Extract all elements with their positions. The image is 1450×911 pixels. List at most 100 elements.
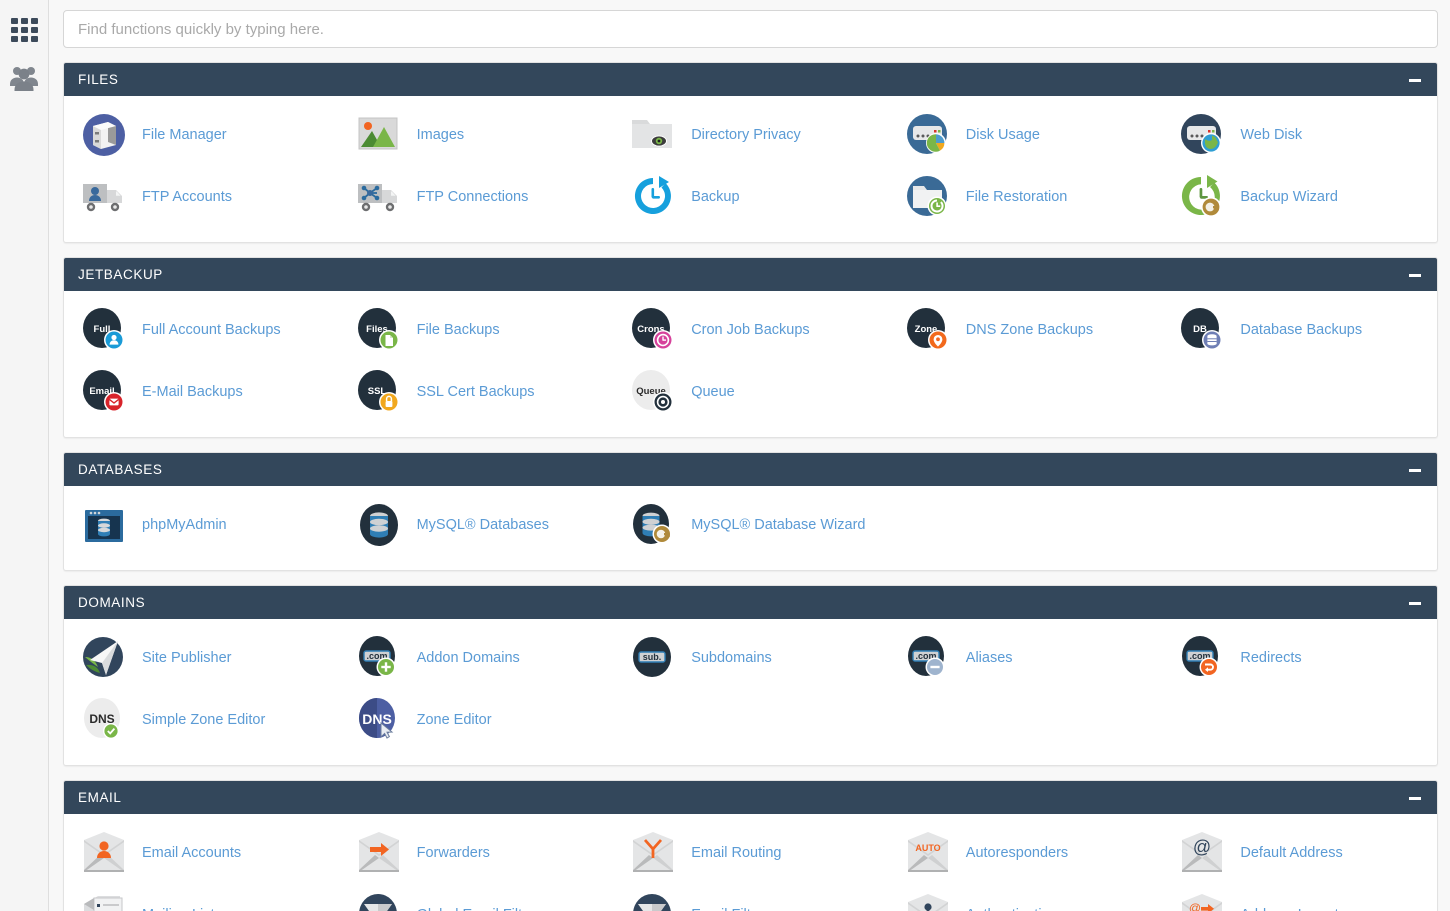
tile-email-filters[interactable]: Email Filters (613, 884, 888, 911)
tile-web-disk[interactable]: Web Disk (1162, 104, 1437, 166)
tile-label: MySQL® Databases (416, 517, 549, 533)
panel-list: FILES File Manager Images Directory Priv… (63, 62, 1438, 911)
tile-email-routing[interactable]: Email Routing (613, 822, 888, 884)
tile-label: FTP Accounts (142, 189, 232, 205)
tile-label: Aliases (965, 650, 1013, 666)
tile-label: Full Account Backups (142, 322, 281, 338)
panel-jetbackup: JETBACKUP Full Full Account Backups File… (63, 257, 1438, 438)
tile-default-address[interactable]: @ Default Address (1162, 822, 1437, 884)
collapse-icon[interactable] (1407, 72, 1423, 88)
tile-site-publisher[interactable]: Site Publisher (64, 627, 339, 689)
jb-zone-icon: Zone (904, 307, 956, 353)
global-email-filters-icon (355, 892, 407, 911)
tile-addon-domains[interactable]: .com Addon Domains (339, 627, 614, 689)
tile-label: Simple Zone Editor (142, 712, 266, 728)
tile-label: SSL Cert Backups (416, 384, 535, 400)
search-input[interactable] (63, 10, 1438, 48)
panel-body-email: Email Accounts Forwarders Email Routing … (64, 814, 1437, 911)
tile-jb-crons[interactable]: Crons Cron Job Backups (613, 299, 888, 361)
mysql-wizard-icon (629, 502, 681, 548)
panel-files: FILES File Manager Images Directory Priv… (63, 62, 1438, 243)
addon-domains-icon: .com (355, 635, 407, 681)
panel-header-databases[interactable]: DATABASES (64, 453, 1437, 486)
jb-db-icon: DB (1178, 307, 1230, 353)
tile-jb-files[interactable]: Files File Backups (339, 299, 614, 361)
mailing-lists-icon (80, 892, 132, 911)
sidebar (0, 0, 49, 911)
tile-label: File Restoration (965, 189, 1068, 205)
tile-address-importer[interactable]: @ Address Importer (1162, 884, 1437, 911)
tile-ftp-connections[interactable]: FTP Connections (339, 166, 614, 228)
tile-label: Backup Wizard (1240, 189, 1338, 205)
tile-label: Site Publisher (142, 650, 232, 666)
default-address-icon: @ (1178, 830, 1230, 876)
jb-files-icon: Files (355, 307, 407, 353)
tile-label: Redirects (1240, 650, 1302, 666)
aliases-icon: .com (904, 635, 956, 681)
tile-mysql-databases[interactable]: MySQL® Databases (339, 494, 614, 556)
simple-zone-editor-icon: DNS (80, 697, 132, 743)
tile-jb-ssl[interactable]: SSL SSL Cert Backups (339, 361, 614, 423)
tile-images[interactable]: Images (339, 104, 614, 166)
tile-ftp-accounts[interactable]: FTP Accounts (64, 166, 339, 228)
tile-label: Default Address (1240, 845, 1343, 861)
svg-text:AUTO: AUTO (915, 843, 940, 853)
tile-jb-full[interactable]: Full Full Account Backups (64, 299, 339, 361)
collapse-icon[interactable] (1407, 267, 1423, 283)
collapse-icon[interactable] (1407, 462, 1423, 478)
tile-file-restoration[interactable]: File Restoration (888, 166, 1163, 228)
tile-label: Global Email Filters (417, 907, 543, 911)
sidebar-item-apps-grid[interactable] (0, 6, 49, 54)
tile-mysql-wizard[interactable]: MySQL® Database Wizard (613, 494, 888, 556)
tile-directory-privacy[interactable]: Directory Privacy (613, 104, 888, 166)
tile-label: File Manager (142, 127, 227, 143)
panel-body-databases: phpMyAdmin MySQL® Databases MySQL® Datab… (64, 486, 1437, 570)
tile-autoresponders[interactable]: AUTO Autoresponders (888, 822, 1163, 884)
tile-jb-queue[interactable]: Queue Queue (613, 361, 888, 423)
panel-header-email[interactable]: EMAIL (64, 781, 1437, 814)
redirects-icon: .com (1178, 635, 1230, 681)
tile-label: Backup (691, 189, 740, 205)
phpmyadmin-icon (80, 502, 132, 548)
ftp-connections-icon (355, 174, 407, 220)
tile-email-accounts[interactable]: Email Accounts (64, 822, 339, 884)
main-content: FILES File Manager Images Directory Priv… (49, 0, 1450, 911)
ftp-accounts-icon (80, 174, 132, 220)
tile-phpmyadmin[interactable]: phpMyAdmin (64, 494, 339, 556)
tile-backup[interactable]: Backup (613, 166, 888, 228)
svg-text:DNS: DNS (362, 711, 392, 727)
tile-label: Autoresponders (965, 845, 1069, 861)
jb-email-icon: Email (80, 369, 132, 415)
tile-jb-db[interactable]: DB Database Backups (1162, 299, 1437, 361)
panel-header-jetbackup[interactable]: JETBACKUP (64, 258, 1437, 291)
tile-global-email-filters[interactable]: Global Email Filters (339, 884, 614, 911)
tile-simple-zone-editor[interactable]: DNS Simple Zone Editor (64, 689, 339, 751)
tile-aliases[interactable]: .com Aliases (888, 627, 1163, 689)
tile-jb-zone[interactable]: Zone DNS Zone Backups (888, 299, 1163, 361)
tile-subdomains[interactable]: sub. Subdomains (613, 627, 888, 689)
panel-header-domains[interactable]: DOMAINS (64, 586, 1437, 619)
tile-backup-wizard[interactable]: Backup Wizard (1162, 166, 1437, 228)
jb-crons-icon: Crons (629, 307, 681, 353)
collapse-icon[interactable] (1407, 595, 1423, 611)
panel-body-jetbackup: Full Full Account Backups Files File Bac… (64, 291, 1437, 437)
svg-text:sub.: sub. (643, 652, 662, 662)
tile-jb-email[interactable]: Email E-Mail Backups (64, 361, 339, 423)
web-disk-icon (1178, 112, 1230, 158)
tile-mailing-lists[interactable]: Mailing Lists (64, 884, 339, 911)
tile-file-manager[interactable]: File Manager (64, 104, 339, 166)
sidebar-item-user-manager[interactable] (0, 54, 49, 102)
tile-forwarders[interactable]: Forwarders (339, 822, 614, 884)
tile-label: Email Filters (691, 907, 771, 911)
tile-disk-usage[interactable]: Disk Usage (888, 104, 1163, 166)
panel-title-email: EMAIL (78, 790, 122, 805)
directory-privacy-icon (629, 112, 681, 158)
panel-header-files[interactable]: FILES (64, 63, 1437, 96)
tile-label: phpMyAdmin (142, 517, 227, 533)
tile-zone-editor[interactable]: DNS Zone Editor (339, 689, 614, 751)
tile-redirects[interactable]: .com Redirects (1162, 627, 1437, 689)
collapse-icon[interactable] (1407, 790, 1423, 806)
backup-icon (629, 174, 681, 220)
tile-authentication[interactable]: Authentication (888, 884, 1163, 911)
tile-label: Zone Editor (416, 712, 492, 728)
